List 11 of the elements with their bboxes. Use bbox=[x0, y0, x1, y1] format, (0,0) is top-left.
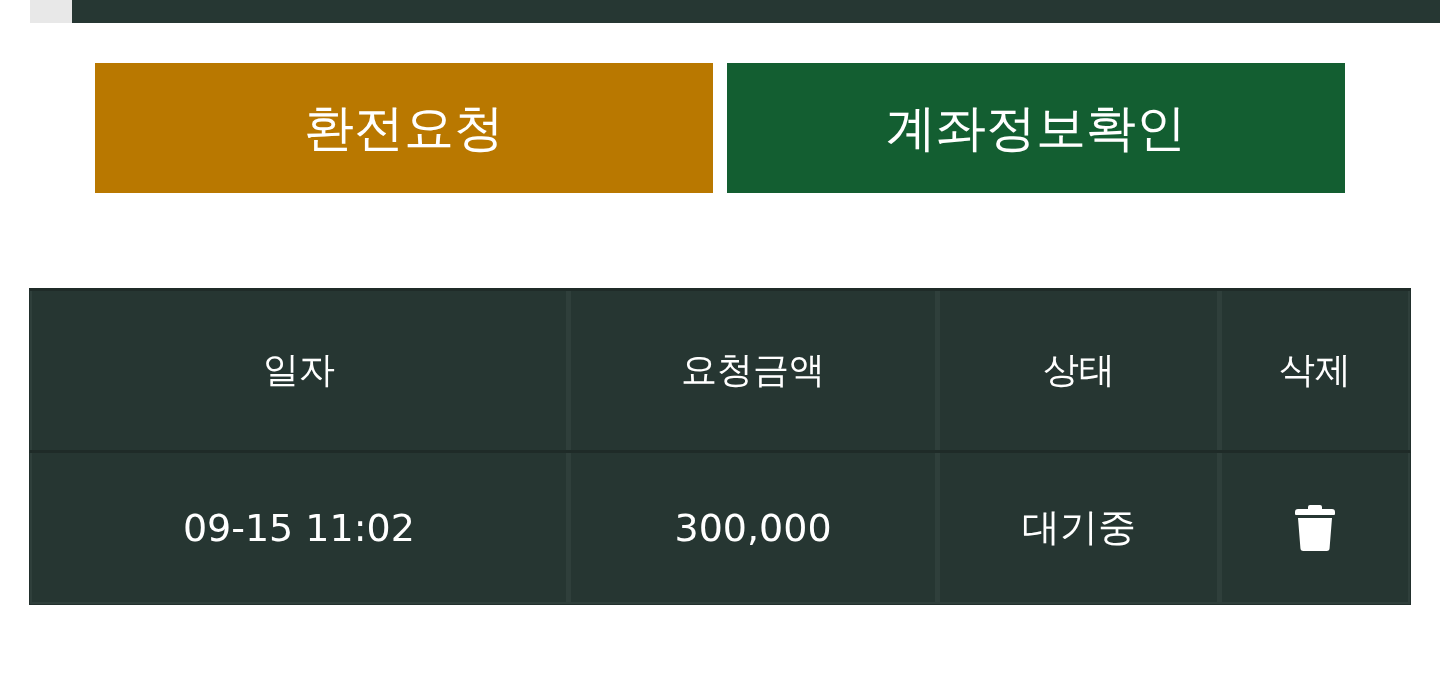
table-cell: 300,000 bbox=[570, 453, 936, 602]
action-button[interactable]: 계좌정보확인 bbox=[727, 63, 1345, 193]
column-header: 일자 bbox=[32, 291, 566, 450]
column-header: 삭제 bbox=[1221, 291, 1408, 450]
table-cell: 대기중 bbox=[940, 453, 1217, 602]
column-header: 요청금액 bbox=[570, 291, 936, 450]
header-side-block bbox=[30, 0, 72, 23]
column-header: 상태 bbox=[940, 291, 1217, 450]
table-cell: 09-15 11:02 bbox=[32, 453, 566, 602]
action-button[interactable]: 환전요청 bbox=[95, 63, 713, 193]
trash-icon[interactable] bbox=[1294, 504, 1335, 551]
